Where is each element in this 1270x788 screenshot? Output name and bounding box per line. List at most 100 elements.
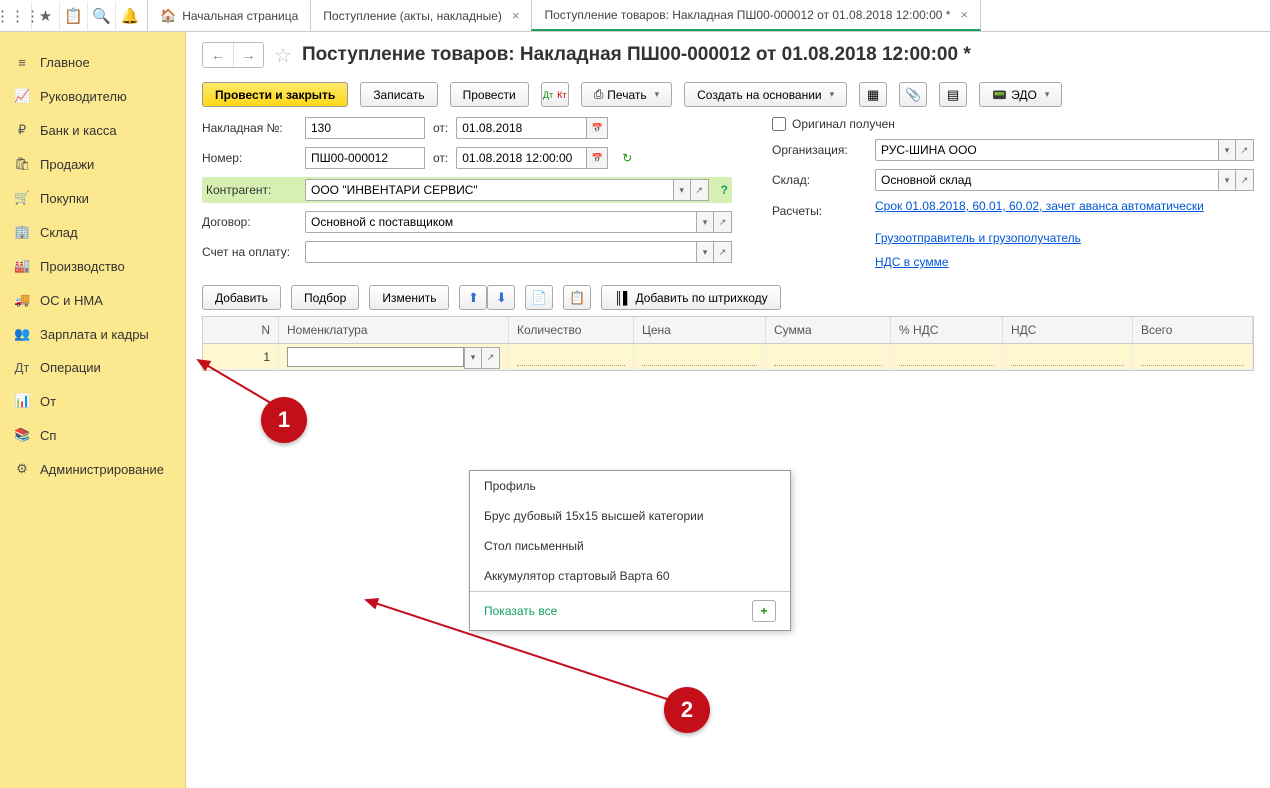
print-button[interactable]: Печать — [581, 82, 672, 107]
contract-input[interactable] — [305, 211, 696, 233]
change-button[interactable]: Изменить — [369, 285, 449, 310]
sidebar-item-admin[interactable]: ⚙Администрирование — [0, 452, 185, 486]
items-table: N Номенклатура Количество Цена Сумма % Н… — [202, 316, 1254, 371]
dropdown-item[interactable]: Брус дубовый 15х15 высшей категории — [470, 501, 790, 531]
number-label: Номер: — [202, 151, 297, 165]
calc-link[interactable]: Срок 01.08.2018, 60.01, 60.02, зачет ава… — [875, 199, 1204, 213]
edo-button[interactable]: 📟 ЭДО — [979, 82, 1062, 107]
favorite-icon[interactable]: ☆ — [274, 43, 292, 68]
select-button[interactable]: Подбор — [291, 285, 359, 310]
paste-button[interactable]: 📋 — [563, 285, 591, 310]
refresh-icon[interactable]: ↻ — [622, 151, 632, 165]
write-button[interactable]: Записать — [360, 82, 437, 107]
open-icon[interactable]: ↗ — [482, 347, 500, 369]
tab-receipts[interactable]: Поступление (акты, накладные) × — [310, 0, 532, 31]
org-input[interactable] — [875, 139, 1218, 161]
shipper-link[interactable]: Грузоотправитель и грузополучатель — [875, 231, 1081, 245]
dropdown-icon[interactable]: ▾ — [1218, 169, 1236, 191]
copy-button[interactable]: 📄 — [525, 285, 553, 310]
attach-icon — [905, 87, 921, 103]
barcode-button[interactable]: ║▌ Добавить по штрихкоду — [601, 285, 780, 310]
cell-total[interactable] — [1133, 344, 1253, 369]
cell-vat[interactable] — [891, 344, 1003, 369]
close-icon[interactable]: × — [960, 7, 968, 22]
list-button[interactable]: ▤ — [939, 82, 967, 107]
vat-link[interactable]: НДС в сумме — [875, 255, 949, 269]
open-icon[interactable]: ↗ — [1236, 139, 1254, 161]
sidebar-item-operations[interactable]: ДтОперации — [0, 351, 185, 384]
sidebar-item-production[interactable]: 🏭Производство — [0, 249, 185, 283]
bell-icon[interactable]: 🔔 — [116, 2, 144, 30]
star-icon[interactable]: ★ — [32, 2, 60, 30]
sidebar-item-sales[interactable]: 🛍Продажи — [0, 147, 185, 181]
dropdown-icon[interactable]: ▾ — [696, 211, 714, 233]
tab-home[interactable]: 🏠 Начальная страница — [147, 0, 311, 31]
title-row: ← → ☆ Поступление товаров: Накладная ПШ0… — [202, 42, 1254, 68]
dropdown-item[interactable]: Стол письменный — [470, 531, 790, 561]
warehouse-input[interactable] — [875, 169, 1218, 191]
dtkt-button[interactable]: ДтКт — [541, 82, 569, 107]
original-checkbox[interactable]: Оригинал получен — [772, 117, 895, 131]
help-icon[interactable]: ? — [721, 183, 728, 197]
post-button[interactable]: Провести — [450, 82, 529, 107]
search-icon[interactable]: 🔍 — [88, 2, 116, 30]
cell-price[interactable] — [634, 344, 766, 369]
sidebar-item-salary[interactable]: 👥Зарплата и кадры — [0, 317, 185, 351]
cell-nom[interactable]: ▾ ↗ — [279, 344, 509, 369]
org-label: Организация: — [772, 143, 867, 157]
nav-back-button[interactable]: ← — [203, 43, 233, 67]
number-input[interactable] — [305, 147, 425, 169]
invoice-pay-input[interactable] — [305, 241, 696, 263]
col-total: Всего — [1133, 317, 1253, 343]
apps-icon[interactable]: ⋮⋮⋮ — [4, 2, 32, 30]
dropdown-item[interactable]: Профиль — [470, 471, 790, 501]
dropdown-item[interactable]: Аккумулятор стартовый Варта 60 — [470, 561, 790, 591]
show-all-link[interactable]: Показать все — [484, 604, 557, 618]
barchart-icon: 📊 — [14, 393, 30, 409]
structure-button[interactable]: ▦ — [859, 82, 887, 107]
sidebar-item-main[interactable]: ≡Главное — [0, 46, 185, 79]
counterparty-input[interactable] — [305, 179, 673, 201]
dropdown-icon[interactable]: ▾ — [673, 179, 691, 201]
sidebar-item-assets[interactable]: 🚚ОС и НМА — [0, 283, 185, 317]
attach-button[interactable] — [899, 82, 927, 107]
cell-sum[interactable] — [766, 344, 891, 369]
table-row[interactable]: 1 ▾ ↗ — [203, 344, 1253, 370]
open-icon[interactable]: ↗ — [1236, 169, 1254, 191]
dropdown-icon[interactable]: ▾ — [464, 347, 482, 369]
sidebar-item-bank[interactable]: ₽Банк и касса — [0, 113, 185, 147]
dropdown-icon[interactable]: ▾ — [696, 241, 714, 263]
number-date-input[interactable] — [456, 147, 586, 169]
invoice-date-input[interactable] — [456, 117, 586, 139]
invoice-no-input[interactable] — [305, 117, 425, 139]
close-icon[interactable]: × — [512, 8, 520, 23]
dropdown-icon[interactable]: ▾ — [1218, 139, 1236, 161]
invoice-no-label: Накладная №: — [202, 121, 297, 135]
original-checkbox-input[interactable] — [772, 117, 786, 131]
sidebar-item-warehouse[interactable]: 🏢Склад — [0, 215, 185, 249]
add-new-button[interactable]: + — [752, 600, 776, 622]
create-based-button[interactable]: Создать на основании — [684, 82, 847, 107]
calendar-icon[interactable]: 📅 — [586, 117, 608, 139]
tab-home-label: Начальная страница — [182, 9, 298, 23]
sidebar-label: Сп — [40, 428, 56, 443]
move-up-button[interactable]: ⬆ — [459, 285, 487, 310]
open-icon[interactable]: ↗ — [714, 211, 732, 233]
sidebar-item-reports[interactable]: 📊 От — [0, 384, 185, 418]
add-button[interactable]: Добавить — [202, 285, 281, 310]
clipboard-icon[interactable]: 📋 — [60, 2, 88, 30]
sidebar-item-manager[interactable]: 📈Руководителю — [0, 79, 185, 113]
cell-vatsum[interactable] — [1003, 344, 1133, 369]
sidebar-item-catalogs[interactable]: 📚Сп — [0, 418, 185, 452]
open-icon[interactable]: ↗ — [714, 241, 732, 263]
move-down-button[interactable]: ⬇ — [487, 285, 515, 310]
calendar-icon[interactable]: 📅 — [586, 147, 608, 169]
nav-fwd-button[interactable]: → — [233, 43, 263, 67]
open-icon[interactable]: ↗ — [691, 179, 709, 201]
sidebar-item-purchase[interactable]: 🛒Покупки — [0, 181, 185, 215]
cell-qty[interactable] — [509, 344, 634, 369]
tab-document[interactable]: Поступление товаров: Накладная ПШ00-0000… — [531, 0, 981, 31]
sidebar-label: От — [40, 394, 56, 409]
post-close-button[interactable]: Провести и закрыть — [202, 82, 348, 107]
nomenclature-input[interactable] — [287, 347, 464, 367]
